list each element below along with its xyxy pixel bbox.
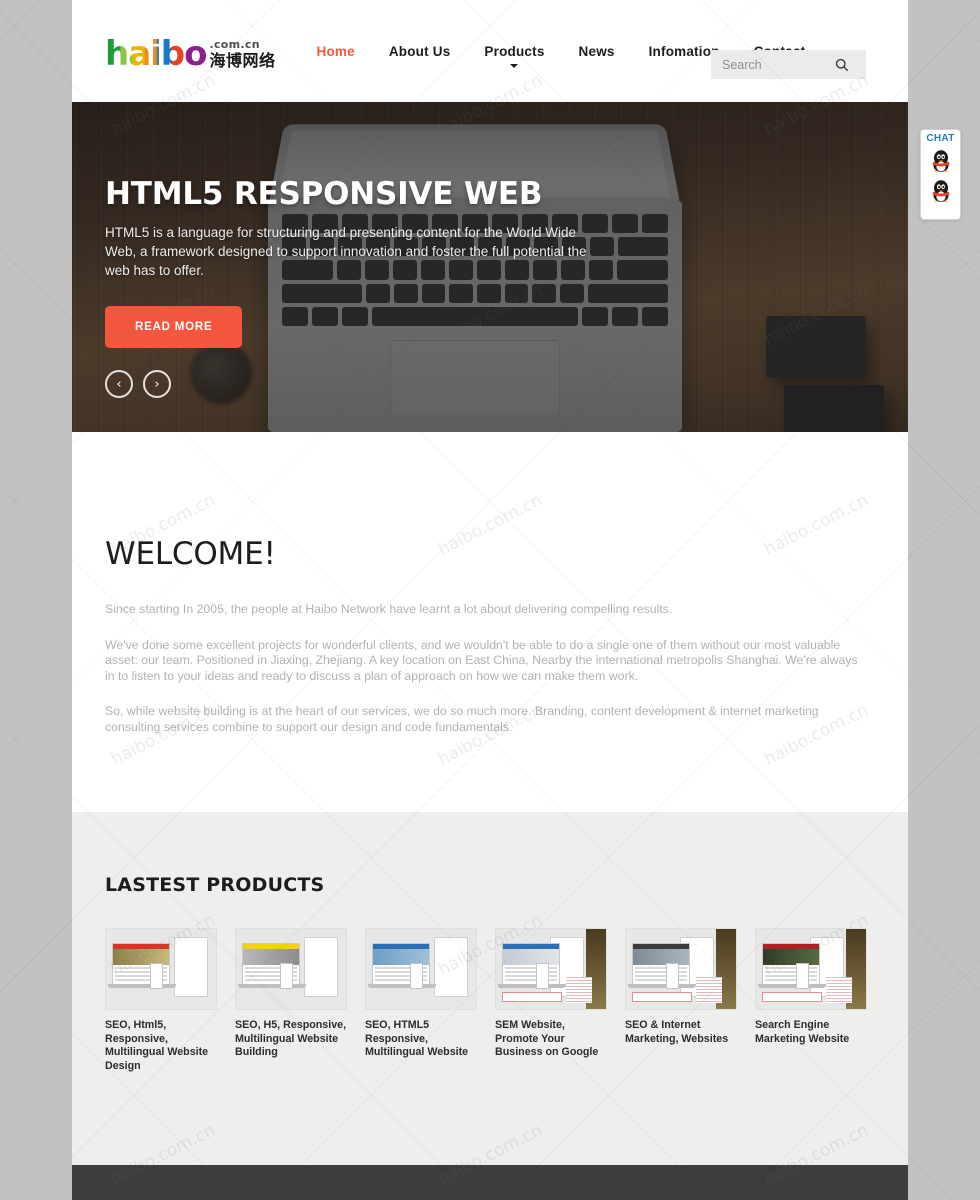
logo-subtext: .com.cn 海博网络 (210, 36, 276, 71)
hero-banner: HTML5 RESPONSIVE WEB HTML5 is a language… (72, 102, 908, 432)
product-thumbnail-5[interactable] (625, 928, 737, 1010)
product-thumbnail-1[interactable] (105, 928, 217, 1010)
site-header: haibo .com.cn 海博网络 Home About Us Product… (72, 0, 908, 102)
product-card-5[interactable]: SEO & Internet Marketing, Websites (625, 928, 737, 1073)
product-thumbnail-4[interactable] (495, 928, 607, 1010)
products-grid: SEO, Html5, Responsive, Multilingual Web… (105, 928, 875, 1073)
nav-label-products: Products (484, 43, 545, 59)
nav-item-home[interactable]: Home (300, 38, 372, 65)
site-logo[interactable]: haibo .com.cn 海博网络 (105, 31, 276, 71)
product-caption-3: SEO, HTML5 Responsive, Multilingual Webs… (365, 1019, 469, 1058)
read-more-button[interactable]: READ MORE (105, 306, 243, 348)
chat-title: CHAT (926, 133, 955, 144)
hero-content: HTML5 RESPONSIVE WEB HTML5 is a language… (105, 176, 625, 398)
welcome-section: WELCOME! Since starting In 2005, the peo… (72, 432, 908, 812)
hero-title: HTML5 RESPONSIVE WEB (105, 176, 543, 212)
nav-label-infomation: Infomation (648, 43, 720, 59)
qq-penguin-icon-1[interactable] (930, 147, 952, 174)
nav-item-news[interactable]: News (562, 38, 632, 65)
product-caption-6: Search Engine Marketing Website (755, 1019, 850, 1045)
products-section: LASTEST PRODUCTS SEO, Html5, Responsive,… (72, 812, 908, 1165)
product-card-1[interactable]: SEO, Html5, Responsive, Multilingual Web… (105, 928, 217, 1073)
qq-penguin-icon-2[interactable] (930, 177, 952, 204)
product-card-3[interactable]: SEO, HTML5 Responsive, Multilingual Webs… (365, 928, 477, 1073)
product-caption-2: SEO, H5, Responsive, Multilingual Websit… (235, 1019, 347, 1058)
search-input[interactable] (711, 50, 829, 79)
nav-label-about-us: About Us (388, 43, 451, 59)
product-thumbnail-2[interactable] (235, 928, 347, 1010)
logo-domain: .com.cn (209, 38, 260, 51)
product-caption-5: SEO & Internet Marketing, Websites (625, 1019, 729, 1045)
products-heading: LASTEST PRODUCTS (105, 874, 325, 896)
site-footer (72, 1165, 908, 1200)
product-thumbnail-6[interactable] (755, 928, 867, 1010)
welcome-heading: WELCOME! (105, 536, 276, 572)
hero-subtitle: HTML5 is a language for structuring and … (105, 225, 587, 278)
nav-item-about-us[interactable]: About Us (372, 38, 468, 65)
product-thumbnail-3[interactable] (365, 928, 477, 1010)
product-caption-1: SEO, Html5, Responsive, Multilingual Web… (105, 1019, 209, 1072)
welcome-paragraph-2: We've done some excellent projects for w… (105, 637, 858, 683)
product-card-4[interactable]: SEM Website, Promote Your Business on Go… (495, 928, 607, 1073)
product-card-2[interactable]: SEO, H5, Responsive, Multilingual Websit… (235, 928, 347, 1073)
search-icon[interactable] (829, 50, 855, 79)
slider-prev-arrow[interactable]: ‹ (105, 370, 133, 398)
page-container: haibo .com.cn 海博网络 Home About Us Product… (72, 0, 908, 1200)
nav-label-home: Home (316, 43, 355, 59)
welcome-paragraph-3: So, while website building is at the hea… (105, 704, 819, 734)
slider-next-arrow[interactable]: › (143, 370, 171, 398)
chat-widget[interactable]: CHAT (920, 129, 961, 220)
search-box (711, 50, 866, 79)
logo-chinese-name: 海博网络 (209, 51, 276, 70)
nav-label-news: News (578, 43, 615, 59)
product-card-6[interactable]: Search Engine Marketing Website (755, 928, 867, 1073)
welcome-paragraph-1: Since starting In 2005, the people at Ha… (105, 602, 673, 616)
nav-item-products[interactable]: Products (467, 38, 561, 68)
product-caption-4: SEM Website, Promote Your Business on Go… (495, 1019, 599, 1058)
logo-wordmark: haibo (105, 34, 207, 74)
chevron-down-icon (510, 63, 519, 68)
slider-controls: ‹ › (105, 370, 625, 398)
